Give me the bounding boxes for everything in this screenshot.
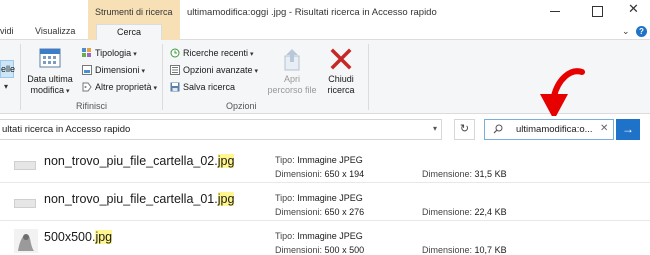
- search-highlight: jpg: [95, 230, 113, 244]
- data-ultima-modifica-button[interactable]: Data ultima modifica ▾: [24, 74, 76, 97]
- result-filename: non_trovo_piu_file_cartella_01.jpg: [44, 192, 235, 206]
- open-file-location-icon: [282, 48, 302, 72]
- result-dimensions: Dimensioni: 650 x 194: [275, 169, 365, 179]
- search-highlight: jpg: [217, 192, 235, 206]
- options-icon: [170, 65, 180, 75]
- image-thumbnail: [14, 161, 36, 170]
- opzioni-group-label: Opzioni: [226, 101, 257, 111]
- chiudi-ricerca-button[interactable]: Chiudi ricerca: [320, 74, 362, 96]
- ribbon-separator: [20, 44, 21, 110]
- result-size: Dimensione: 10,7 KB: [422, 245, 507, 255]
- context-tab-label: Strumenti di ricerca: [95, 7, 173, 17]
- dimensioni-button[interactable]: Dimensioni ▾: [82, 65, 145, 79]
- address-path: ultati ricerca in Accesso rapido: [2, 124, 131, 135]
- search-icon: [493, 124, 503, 134]
- tab-condividi[interactable]: vidi: [0, 26, 14, 36]
- refresh-icon: ↻: [459, 123, 470, 135]
- result-filename: 500x500.jpg: [44, 230, 113, 244]
- result-type: Tipo: Immagine JPEG: [275, 231, 363, 241]
- title-bar: Strumenti di ricerca ultimamodifica:oggi…: [0, 0, 650, 24]
- refresh-button[interactable]: ↻: [454, 119, 475, 140]
- context-tab-header: Strumenti di ricerca: [88, 0, 180, 24]
- chevron-down-icon[interactable]: ⌄: [622, 26, 630, 37]
- opzioni-avanzate-button[interactable]: Opzioni avanzate ▾: [170, 65, 258, 79]
- dimensioni-icon: [82, 65, 92, 75]
- search-results-list: non_trovo_piu_file_cartella_02.jpg Tipo:…: [0, 145, 650, 255]
- result-type: Tipo: Immagine JPEG: [275, 193, 363, 203]
- apri-percorso-file-button[interactable]: Apri percorso file: [262, 74, 322, 96]
- tipologia-button[interactable]: Tipologia ▾: [82, 48, 137, 62]
- partial-view-button[interactable]: elle: [0, 60, 15, 78]
- address-bar[interactable]: ultati ricerca in Accesso rapido ▾: [0, 119, 442, 140]
- close-search-icon: [330, 48, 352, 70]
- address-bar-row: ultati ricerca in Accesso rapido ▾ ↻ ult…: [0, 116, 650, 142]
- search-highlight: jpg: [217, 154, 235, 168]
- ribbon-separator: [162, 44, 163, 110]
- result-row[interactable]: non_trovo_piu_file_cartella_02.jpg Tipo:…: [0, 145, 650, 183]
- arrow-right-icon: →: [622, 122, 634, 136]
- close-window-button[interactable]: ✕: [628, 2, 642, 16]
- chevron-down-icon[interactable]: ▾: [433, 124, 437, 133]
- recent-search-icon: [170, 48, 180, 58]
- search-query: ultimamodifica:o...: [516, 124, 593, 135]
- search-input[interactable]: ultimamodifica:o... ✕: [484, 119, 614, 140]
- result-row[interactable]: non_trovo_piu_file_cartella_01.jpg Tipo:…: [0, 183, 650, 221]
- result-size: Dimensione: 31,5 KB: [422, 169, 507, 179]
- result-type: Tipo: Immagine JPEG: [275, 155, 363, 165]
- search-go-button[interactable]: →: [616, 119, 640, 140]
- dropdown-caret: ▾: [4, 82, 9, 91]
- clear-search-icon[interactable]: ✕: [600, 123, 608, 134]
- ribbon-tabs: vidi Visualizza Cerca ⌄ ?: [0, 24, 650, 41]
- image-thumbnail: [14, 229, 38, 253]
- rifinisci-group-label: Rifinisci: [76, 101, 108, 111]
- ribbon-separator: [368, 44, 369, 110]
- salva-ricerca-button[interactable]: Salva ricerca: [170, 82, 235, 96]
- tab-cerca[interactable]: Cerca: [96, 24, 162, 41]
- window-title: ultimamodifica:oggi .jpg - Risultati ric…: [187, 7, 437, 18]
- tipologia-icon: [82, 48, 91, 57]
- result-dimensions: Dimensioni: 650 x 276: [275, 207, 365, 217]
- tab-visualizza[interactable]: Visualizza: [35, 26, 75, 36]
- maximize-button[interactable]: [590, 4, 604, 18]
- help-icon[interactable]: ?: [636, 26, 647, 37]
- altre-proprieta-button[interactable]: Altre proprietà ▾: [82, 82, 157, 96]
- image-thumbnail: [14, 199, 36, 208]
- minimize-button[interactable]: [548, 4, 562, 18]
- result-size: Dimensione: 22,4 KB: [422, 207, 507, 217]
- result-row[interactable]: 500x500.jpg Tipo: Immagine JPEG Dimensio…: [0, 221, 650, 255]
- result-filename: non_trovo_piu_file_cartella_02.jpg: [44, 154, 235, 168]
- result-dimensions: Dimensioni: 500 x 500: [275, 245, 365, 255]
- calendar-icon[interactable]: [36, 45, 64, 71]
- save-icon: [170, 82, 180, 92]
- ricerche-recenti-button[interactable]: Ricerche recenti ▾: [170, 48, 254, 62]
- tag-icon: [82, 82, 92, 92]
